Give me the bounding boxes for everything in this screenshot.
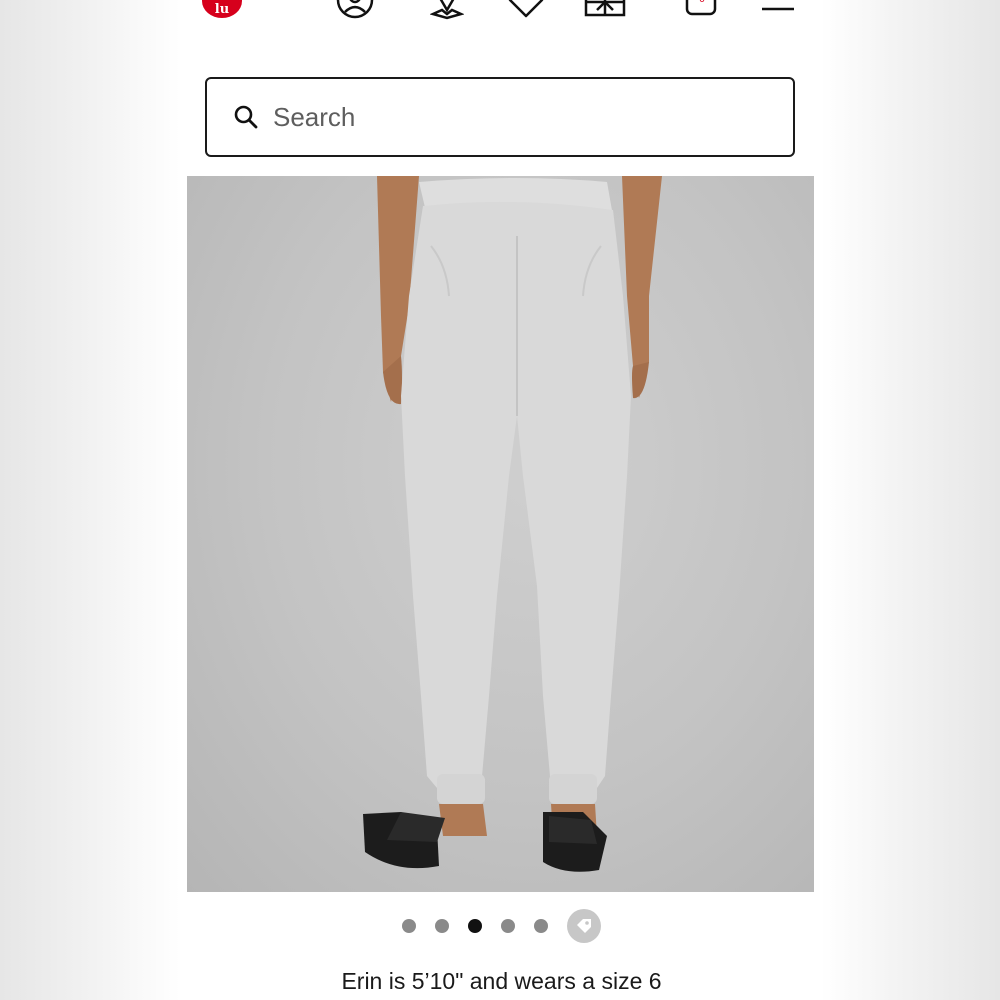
gift-card-icon[interactable] <box>583 0 627 20</box>
carousel-indicators <box>180 908 823 944</box>
tag-icon[interactable] <box>567 909 601 943</box>
wishlist-heart-icon[interactable] <box>506 0 546 20</box>
account-icon[interactable] <box>335 0 375 20</box>
search-bar[interactable] <box>205 77 795 157</box>
product-photo-grey-joggers <box>363 176 662 872</box>
logo-text: lu <box>214 2 230 17</box>
mobile-page: lu 0 <box>180 0 823 1000</box>
carousel-dot[interactable] <box>435 919 449 933</box>
menu-icon[interactable] <box>760 0 796 20</box>
carousel-dot[interactable] <box>534 919 548 933</box>
top-nav-bar: lu 0 <box>180 0 823 24</box>
carousel-dot[interactable] <box>501 919 515 933</box>
bag-count: 0 <box>698 0 706 6</box>
carousel-dot[interactable] <box>402 919 416 933</box>
product-image[interactable] <box>187 176 814 892</box>
lululemon-logo-icon[interactable]: lu <box>202 0 242 18</box>
search-input[interactable] <box>273 97 753 137</box>
search-icon[interactable] <box>233 104 259 130</box>
store-locator-icon[interactable] <box>430 0 464 20</box>
carousel-dot-active[interactable] <box>468 919 482 933</box>
model-size-caption: Erin is 5’10" and wears a size 6 <box>341 968 662 994</box>
